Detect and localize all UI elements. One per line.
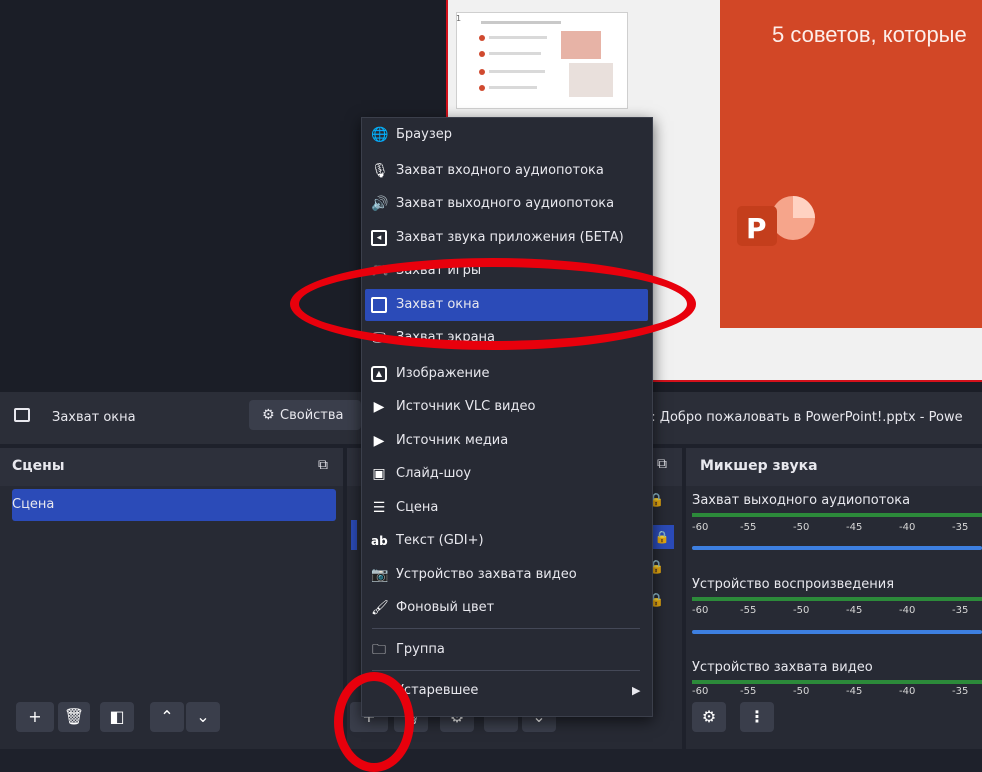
undock-icon[interactable]: ⧉ <box>657 456 667 472</box>
menu-item-label: Фоновый цвет <box>396 600 495 615</box>
trash-icon[interactable]: 🗑 <box>58 702 90 732</box>
menu-item-audio-input-capture[interactable]: 🎙 Захват входного аудиопотока <box>362 155 650 188</box>
menu-item-media-source[interactable]: ▶ Источник медиа <box>362 425 650 458</box>
menu-item-label: Захват входного аудиопотока <box>396 163 604 178</box>
menu-item-application-audio-capture[interactable]: ◂ Захват звука приложения (БЕТА) <box>362 222 650 255</box>
volume-meter <box>692 513 982 517</box>
captured-window-title: E]: Добро пожаловать в PowerPoint!.pptx … <box>638 410 963 425</box>
menu-item-video-capture-device[interactable]: 📷 Устройство захвата видео <box>362 559 650 592</box>
thumbnail-number: 1 <box>456 14 462 23</box>
meter-tick: -60 <box>692 686 709 697</box>
volume-slider[interactable] <box>692 546 982 550</box>
menu-item-label: Текст (GDI+) <box>396 533 484 548</box>
scene-list-item[interactable] <box>12 489 336 521</box>
highlight-ellipse <box>290 258 696 350</box>
play-icon: ▶ <box>373 399 385 415</box>
meter-tick: -55 <box>740 522 757 533</box>
menu-item-scene[interactable]: ☰ Сцена <box>362 492 650 525</box>
menu-item-label: Изображение <box>396 366 490 381</box>
speaker-icon: 🔊 <box>371 196 389 212</box>
menu-item-label: Группа <box>396 642 445 657</box>
volume-slider[interactable] <box>692 630 982 634</box>
advanced-audio-settings-icon[interactable]: ⚙ <box>692 702 726 732</box>
logo-letter: P <box>746 212 767 245</box>
menu-item-label: Источник медиа <box>396 433 509 448</box>
mixer-channel-name: Устройство захвата видео <box>692 660 873 675</box>
volume-meter <box>692 680 982 684</box>
menu-item-label: Сцена <box>396 500 439 515</box>
properties-button-label: Свойства <box>280 408 344 423</box>
slide-thumbnail <box>456 12 628 109</box>
scenes-dock-title: Сцены <box>12 458 65 474</box>
menu-item-label: Устройство захвата видео <box>396 567 577 582</box>
mixer-dock-header: Микшер звука <box>686 448 982 486</box>
meter-tick: -35 <box>952 605 969 616</box>
list-icon: ☰ <box>372 500 386 516</box>
meter-tick: -50 <box>793 522 810 533</box>
menu-item-text-gdi[interactable]: ab Текст (GDI+) <box>362 525 650 558</box>
slide-title-text: 5 советов, которые <box>772 22 967 47</box>
folder-icon: 🗀 <box>372 642 386 658</box>
window-capture-icon <box>14 408 30 422</box>
gear-icon: ⚙ <box>262 407 275 423</box>
meter-tick: -55 <box>740 605 757 616</box>
selected-source-name: Захват окна <box>52 410 136 425</box>
image-icon: ▲ <box>371 366 387 382</box>
meter-tick: -45 <box>846 605 863 616</box>
meter-tick: -40 <box>899 605 916 616</box>
meter-tick: -40 <box>899 686 916 697</box>
powerpoint-logo-icon: P <box>737 196 815 246</box>
meter-tick: -35 <box>952 686 969 697</box>
play-icon: ▶ <box>373 433 385 449</box>
meter-tick: -45 <box>846 686 863 697</box>
menu-item-vlc-source[interactable]: ▶ Источник VLC видео <box>362 391 650 424</box>
meter-tick: -50 <box>793 605 810 616</box>
meter-tick: -35 <box>952 522 969 533</box>
menu-item-label: Захват выходного аудиопотока <box>396 196 615 211</box>
menu-item-audio-output-capture[interactable]: 🔊 Захват выходного аудиопотока <box>362 188 650 221</box>
meter-tick: -60 <box>692 605 709 616</box>
menu-item-slideshow[interactable]: ▣ Слайд-шоу <box>362 458 650 491</box>
slide-preview <box>720 0 982 328</box>
sources-list-selection[interactable] <box>351 520 357 550</box>
meter-tick: -60 <box>692 522 709 533</box>
text-icon: ab <box>371 534 388 548</box>
menu-item-label: Слайд-шоу <box>396 466 472 481</box>
volume-meter <box>692 597 982 601</box>
meter-ticks-clipped: -60 -55 -50 -45 -40 -35 <box>692 686 982 698</box>
menu-item-group[interactable]: 🗀 Группа <box>362 634 650 667</box>
app-audio-icon: ◂ <box>371 230 387 246</box>
scene-filters-button[interactable]: ◧ <box>100 702 134 732</box>
meter-tick: -45 <box>846 522 863 533</box>
globe-icon: 🌐 <box>371 127 389 143</box>
menu-item-label: Браузер <box>396 127 452 142</box>
menu-item-image[interactable]: ▲ Изображение <box>362 358 650 391</box>
scene-list-item-label: Сцена <box>12 497 55 512</box>
menu-item-color-source[interactable]: 🖌 Фоновый цвет <box>362 592 650 625</box>
undock-icon[interactable]: ⧉ <box>318 457 328 473</box>
meter-tick: -55 <box>740 686 757 697</box>
brush-icon: 🖌 <box>371 600 389 616</box>
menu-separator <box>372 628 640 629</box>
more-options-icon[interactable]: ⋮ <box>740 702 774 732</box>
camera-icon: 📷 <box>371 567 389 583</box>
mixer-channel-name: Захват выходного аудиопотока <box>692 493 911 508</box>
mixer-dock-title: Микшер звука <box>700 458 818 474</box>
lock-icon[interactable]: 🔒 <box>650 525 674 549</box>
mixer-channel-name: Устройство воспроизведения <box>692 577 895 592</box>
add-scene-button[interactable]: + <box>16 702 54 732</box>
slideshow-icon: ▣ <box>372 466 386 482</box>
menu-item-label: Захват звука приложения (БЕТА) <box>396 230 624 245</box>
move-down-button[interactable]: ⌄ <box>186 702 220 732</box>
move-up-button[interactable]: ⌃ <box>150 702 184 732</box>
submenu-arrow-icon: ▶ <box>632 684 641 697</box>
meter-tick: -50 <box>793 686 810 697</box>
microphone-icon: 🎙 <box>371 163 389 179</box>
menu-separator <box>372 670 640 671</box>
scenes-dock-header: Сцены ⧉ <box>0 448 343 486</box>
menu-item-label: Источник VLC видео <box>396 399 536 414</box>
meter-tick: -40 <box>899 522 916 533</box>
menu-item-browser[interactable]: 🌐 Браузер <box>362 119 650 152</box>
highlight-circle <box>334 672 414 772</box>
